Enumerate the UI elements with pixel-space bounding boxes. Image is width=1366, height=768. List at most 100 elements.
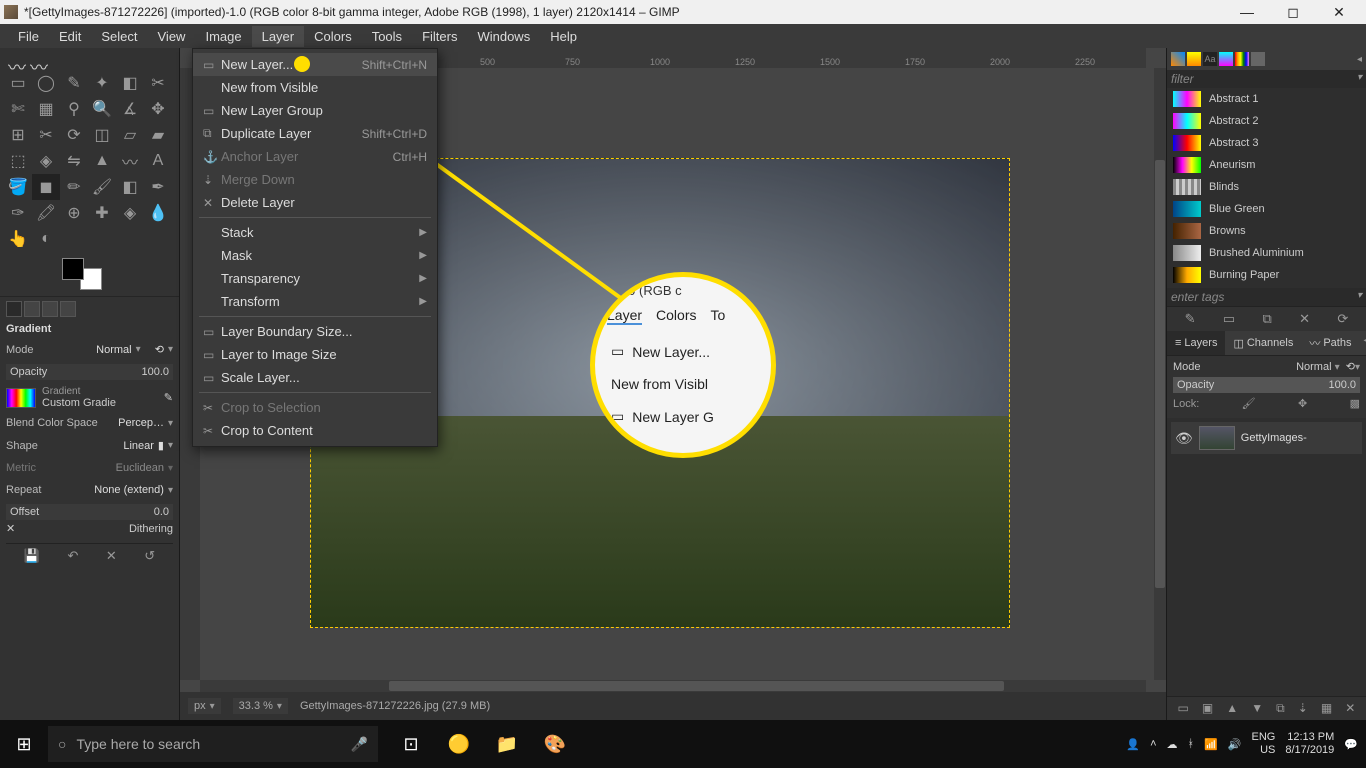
layer-item[interactable]: 👁 GettyImages-: [1171, 422, 1362, 454]
tool-blur[interactable]: 💧: [144, 200, 172, 226]
tool-align[interactable]: ⊞: [4, 122, 32, 148]
menu-image[interactable]: Image: [195, 26, 251, 47]
anchor-layer-icon[interactable]: ⇣: [1298, 701, 1308, 716]
close-button[interactable]: ✕: [1316, 0, 1362, 24]
menu-select[interactable]: Select: [91, 26, 147, 47]
tool-heal[interactable]: ✚: [88, 200, 116, 226]
menu-item-delete-layer[interactable]: ✕Delete Layer: [193, 191, 437, 214]
offset-slider[interactable]: Offset 0.0: [6, 504, 173, 520]
maximize-button[interactable]: ◻: [1270, 0, 1316, 24]
menu-help[interactable]: Help: [540, 26, 587, 47]
tool-pencil[interactable]: ✏: [60, 174, 88, 200]
edit-gradient-icon[interactable]: ✎: [164, 391, 173, 404]
tool-fuzzy-select[interactable]: ✦: [88, 70, 116, 96]
layers-tab[interactable]: ≡Layers: [1167, 331, 1225, 355]
gradient-name[interactable]: Custom Gradie: [42, 397, 158, 409]
tool-flip[interactable]: ⇋: [60, 148, 88, 174]
images-tab[interactable]: [60, 301, 76, 317]
tool-text[interactable]: A: [144, 148, 172, 174]
menu-tools[interactable]: Tools: [362, 26, 412, 47]
tool-perspective-clone[interactable]: ◈: [116, 200, 144, 226]
new-layer-icon[interactable]: ▭: [1178, 701, 1189, 716]
tool-smudge[interactable]: 👆: [4, 226, 32, 252]
task-view-icon[interactable]: ⊡: [388, 720, 434, 768]
edit-gradient-icon[interactable]: ✎: [1185, 311, 1196, 327]
palettes-tab-icon[interactable]: [1235, 52, 1249, 66]
menu-item-duplicate-layer[interactable]: ⧉Duplicate LayerShift+Ctrl+D: [193, 122, 437, 145]
mic-icon[interactable]: 🎤: [351, 736, 368, 753]
tool-foreground[interactable]: ✄: [4, 96, 32, 122]
tray-language[interactable]: ENGUS: [1252, 731, 1276, 757]
tool-handle[interactable]: ◈: [32, 148, 60, 174]
zoom-selector[interactable]: 33.3 %▾: [233, 698, 288, 714]
mode-value[interactable]: Normal: [96, 344, 131, 356]
layer-name[interactable]: GettyImages-: [1241, 432, 1307, 444]
lock-alpha-icon[interactable]: ▩: [1350, 397, 1360, 410]
visibility-toggle-icon[interactable]: 👁: [1175, 430, 1193, 447]
patterns-tab-icon[interactable]: [1187, 52, 1201, 66]
lower-layer-icon[interactable]: ▼: [1251, 701, 1263, 716]
delete-preset-icon[interactable]: ✕: [106, 548, 117, 564]
layer-mode-value[interactable]: Normal: [1296, 361, 1331, 373]
tool-shear[interactable]: ▱: [116, 122, 144, 148]
color-swatches[interactable]: [62, 258, 102, 290]
menu-item-stack[interactable]: Stack▶: [193, 221, 437, 244]
refresh-gradient-icon[interactable]: ⟳: [1337, 311, 1348, 327]
filter-chevron-icon[interactable]: ▾: [1357, 72, 1362, 86]
onedrive-icon[interactable]: ☁: [1167, 738, 1178, 751]
menu-item-layer-boundary-size-[interactable]: ▭Layer Boundary Size...: [193, 320, 437, 343]
tool-clone[interactable]: ⊕: [60, 200, 88, 226]
tool-eraser[interactable]: ◧: [116, 174, 144, 200]
tool-cage[interactable]: ▲: [88, 148, 116, 174]
device-status-tab[interactable]: [24, 301, 40, 317]
fg-color-swatch[interactable]: [62, 258, 84, 280]
menu-colors[interactable]: Colors: [304, 26, 362, 47]
tool-paintbrush[interactable]: 🖌: [88, 174, 116, 200]
duplicate-gradient-icon[interactable]: ⧉: [1263, 311, 1272, 327]
raise-layer-icon[interactable]: ▲: [1226, 701, 1238, 716]
tool-options-tab[interactable]: [6, 301, 22, 317]
tool-color-picker[interactable]: ⚲: [60, 96, 88, 122]
gradient-item[interactable]: Brushed Aluminium: [1167, 242, 1366, 264]
menu-windows[interactable]: Windows: [467, 26, 540, 47]
tags-chevron-icon[interactable]: ▾: [1357, 290, 1362, 304]
tool-airbrush[interactable]: ✒: [144, 174, 172, 200]
menu-file[interactable]: File: [8, 26, 49, 47]
tool-crop[interactable]: ✂: [32, 122, 60, 148]
gradient-item[interactable]: Browns: [1167, 220, 1366, 242]
chrome-icon[interactable]: 🟡: [436, 720, 482, 768]
minimize-button[interactable]: —: [1224, 0, 1270, 24]
menu-filters[interactable]: Filters: [412, 26, 467, 47]
people-icon[interactable]: 👤: [1126, 738, 1140, 751]
tray-clock[interactable]: 12:13 PM8/17/2019: [1285, 731, 1334, 757]
menu-item-mask[interactable]: Mask▶: [193, 244, 437, 267]
tool-rect-select[interactable]: ▭: [4, 70, 32, 96]
file-explorer-icon[interactable]: 📁: [484, 720, 530, 768]
mode-reset-icon[interactable]: ⟲: [155, 343, 164, 356]
horizontal-scrollbar[interactable]: [200, 680, 1146, 692]
tool-perspective[interactable]: ▰: [144, 122, 172, 148]
tool-by-color[interactable]: ◧: [116, 70, 144, 96]
gradients-tab-icon[interactable]: [1219, 52, 1233, 66]
brushes-tab-icon[interactable]: [1171, 52, 1185, 66]
tool-ellipse-select[interactable]: ◯: [32, 70, 60, 96]
history-tab-icon[interactable]: [1251, 52, 1265, 66]
taskbar-search[interactable]: ○ Type here to search 🎤: [48, 726, 378, 762]
tool-scale[interactable]: ◫: [88, 122, 116, 148]
layer-opacity-slider[interactable]: Opacity100.0: [1173, 377, 1360, 393]
channels-tab[interactable]: ◫Channels: [1225, 331, 1301, 355]
layer-list[interactable]: 👁 GettyImages-: [1167, 418, 1366, 696]
notifications-icon[interactable]: 💬: [1344, 738, 1358, 751]
tool-scissors[interactable]: ✂: [144, 70, 172, 96]
paths-tab[interactable]: 〰Paths: [1301, 331, 1359, 355]
mask-layer-icon[interactable]: ▦: [1321, 701, 1332, 716]
tool-bucket[interactable]: 🪣: [4, 174, 32, 200]
duplicate-layer-icon[interactable]: ⧉: [1276, 701, 1285, 716]
gradient-item[interactable]: Blue Green: [1167, 198, 1366, 220]
tool-ink[interactable]: ✑: [4, 200, 32, 226]
restore-preset-icon[interactable]: ↶: [67, 548, 78, 564]
tool-measure[interactable]: ∡: [116, 96, 144, 122]
menu-item-layer-to-image-size[interactable]: ▭Layer to Image Size: [193, 343, 437, 366]
menu-item-new-layer-group[interactable]: ▭New Layer Group: [193, 99, 437, 122]
gradient-item[interactable]: Abstract 2: [1167, 110, 1366, 132]
